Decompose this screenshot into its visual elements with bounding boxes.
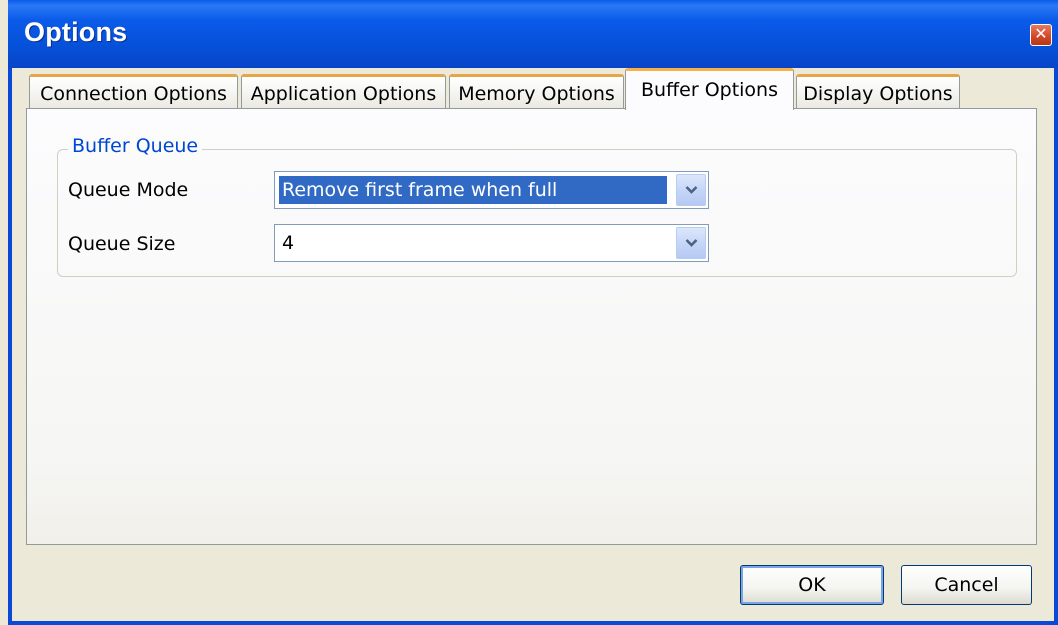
queue-size-dropdown-button[interactable] xyxy=(676,227,706,259)
ok-button[interactable]: OK xyxy=(740,565,884,605)
close-icon: ✕ xyxy=(1034,24,1048,43)
tab-display-options[interactable]: Display Options xyxy=(796,74,960,108)
queue-size-value: 4 xyxy=(282,232,295,254)
tab-memory-options[interactable]: Memory Options xyxy=(449,74,624,108)
window-title: Options xyxy=(24,17,128,47)
queue-mode-value: Remove first frame when full xyxy=(279,176,667,204)
dialog-body: Connection Options Application Options M… xyxy=(12,68,1054,621)
title-bar[interactable]: Options ✕ xyxy=(8,0,1058,68)
queue-mode-select[interactable]: Remove first frame when full xyxy=(274,171,709,209)
chevron-down-icon xyxy=(685,239,698,247)
queue-size-select[interactable]: 4 xyxy=(274,224,709,262)
queue-mode-label: Queue Mode xyxy=(68,179,189,201)
buffer-queue-legend: Buffer Queue xyxy=(68,135,203,157)
options-window: Options ✕ Connection Options Application… xyxy=(8,0,1058,625)
cancel-button[interactable]: Cancel xyxy=(901,565,1032,605)
chevron-down-icon xyxy=(685,186,698,194)
tab-connection-options[interactable]: Connection Options xyxy=(29,74,238,108)
queue-size-label: Queue Size xyxy=(68,233,176,255)
close-button[interactable]: ✕ xyxy=(1030,24,1052,46)
queue-mode-dropdown-button[interactable] xyxy=(676,174,706,206)
tab-buffer-options[interactable]: Buffer Options xyxy=(625,68,794,110)
tab-application-options[interactable]: Application Options xyxy=(241,74,446,108)
buffer-options-panel: Buffer Queue Queue Mode Remove first fra… xyxy=(26,108,1037,545)
